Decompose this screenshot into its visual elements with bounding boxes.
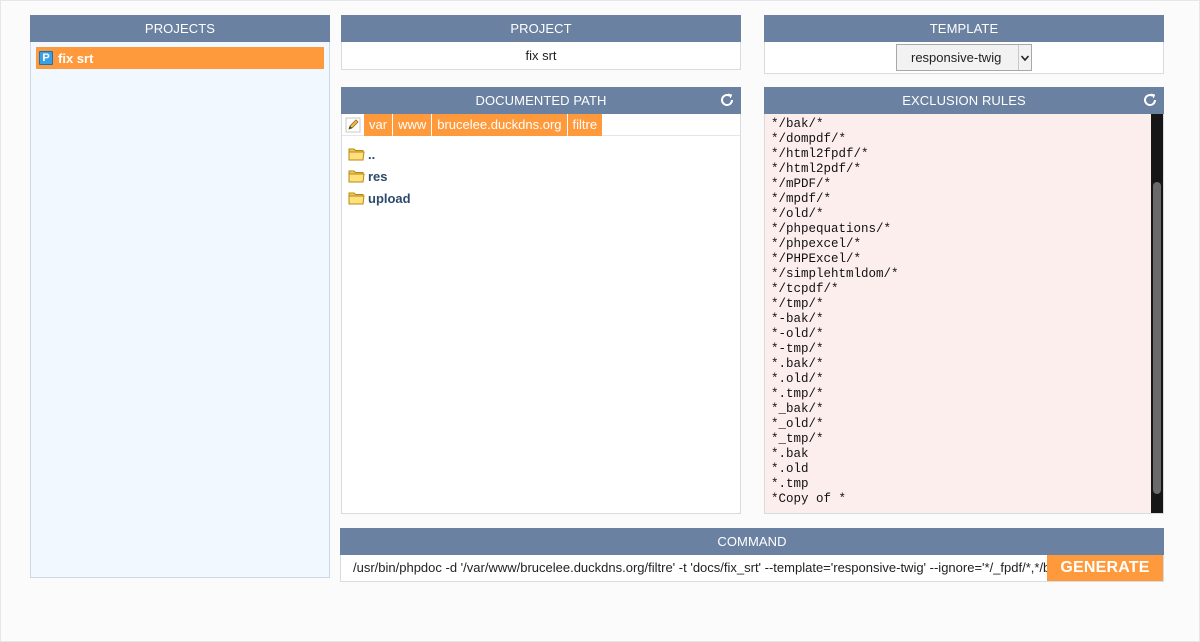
- breadcrumb-item-var[interactable]: var: [364, 113, 393, 136]
- scrollbar-thumb[interactable]: [1153, 182, 1161, 494]
- breadcrumb-item-www[interactable]: www: [393, 113, 432, 136]
- refresh-icon[interactable]: [1142, 92, 1158, 108]
- documented-path-body: var www brucelee.duckdns.org filtre .. r…: [341, 113, 741, 514]
- folder-icon: [348, 170, 365, 183]
- refresh-icon[interactable]: [719, 92, 735, 108]
- command-input[interactable]: /usr/bin/phpdoc -d '/var/www/brucelee.du…: [341, 555, 1047, 581]
- pencil-icon[interactable]: [345, 117, 361, 133]
- generate-button[interactable]: GENERATE: [1047, 554, 1163, 581]
- command-body: /usr/bin/phpdoc -d '/var/www/brucelee.du…: [340, 554, 1164, 582]
- documented-path-header: DOCUMENTED PATH: [475, 93, 607, 108]
- exclusion-rules-text: */bak/* */dompdf/* */html2fpdf/* */html2…: [771, 117, 899, 506]
- directory-list: .. res upload: [342, 136, 740, 209]
- scrollbar[interactable]: [1151, 114, 1163, 513]
- command-header: COMMAND: [340, 528, 1164, 555]
- documented-path-head: DOCUMENTED PATH: [341, 87, 741, 114]
- projects-list: P fix srt: [30, 42, 330, 578]
- exclusion-rules-head: EXCLUSION RULES: [764, 87, 1164, 114]
- directory-label: ..: [368, 146, 376, 162]
- template-body: responsive-twig: [764, 42, 1164, 74]
- project-item-fix-srt[interactable]: P fix srt: [36, 47, 324, 69]
- folder-icon: [348, 192, 365, 205]
- template-header: TEMPLATE: [764, 15, 1164, 42]
- exclusion-rules-header: EXCLUSION RULES: [902, 93, 1026, 108]
- project-item-label: fix srt: [58, 50, 94, 66]
- breadcrumb-item-domain[interactable]: brucelee.duckdns.org: [432, 113, 567, 136]
- project-badge-icon: P: [39, 51, 53, 65]
- project-header: PROJECT: [341, 15, 741, 42]
- template-panel: TEMPLATE responsive-twig: [764, 15, 1164, 74]
- breadcrumb-item-filtre[interactable]: filtre: [567, 113, 603, 136]
- directory-label: res: [368, 168, 388, 184]
- projects-header: PROJECTS: [30, 15, 330, 42]
- project-panel: PROJECT fix srt: [341, 15, 741, 70]
- template-select[interactable]: responsive-twig: [896, 44, 1032, 71]
- folder-icon: [348, 148, 365, 161]
- directory-label: upload: [368, 190, 411, 206]
- chevron-down-icon: [1018, 45, 1031, 70]
- projects-panel: PROJECTS P fix srt: [30, 15, 330, 578]
- exclusion-rules-textarea[interactable]: */bak/* */dompdf/* */html2fpdf/* */html2…: [764, 114, 1164, 514]
- breadcrumb: var www brucelee.duckdns.org filtre: [342, 113, 740, 136]
- directory-item-upload[interactable]: upload: [348, 187, 740, 209]
- directory-item-parent[interactable]: ..: [348, 143, 740, 165]
- app-frame: PROJECTS P fix srt PROJECT fix srt TEMPL…: [0, 0, 1200, 642]
- template-selected-value: responsive-twig: [911, 50, 1002, 65]
- project-name[interactable]: fix srt: [341, 42, 741, 70]
- documented-path-panel: DOCUMENTED PATH var www brucelee.duckdns…: [341, 87, 741, 514]
- directory-item-res[interactable]: res: [348, 165, 740, 187]
- exclusion-rules-panel: EXCLUSION RULES */bak/* */dompdf/* */htm…: [764, 87, 1164, 514]
- command-panel: COMMAND /usr/bin/phpdoc -d '/var/www/bru…: [340, 528, 1164, 582]
